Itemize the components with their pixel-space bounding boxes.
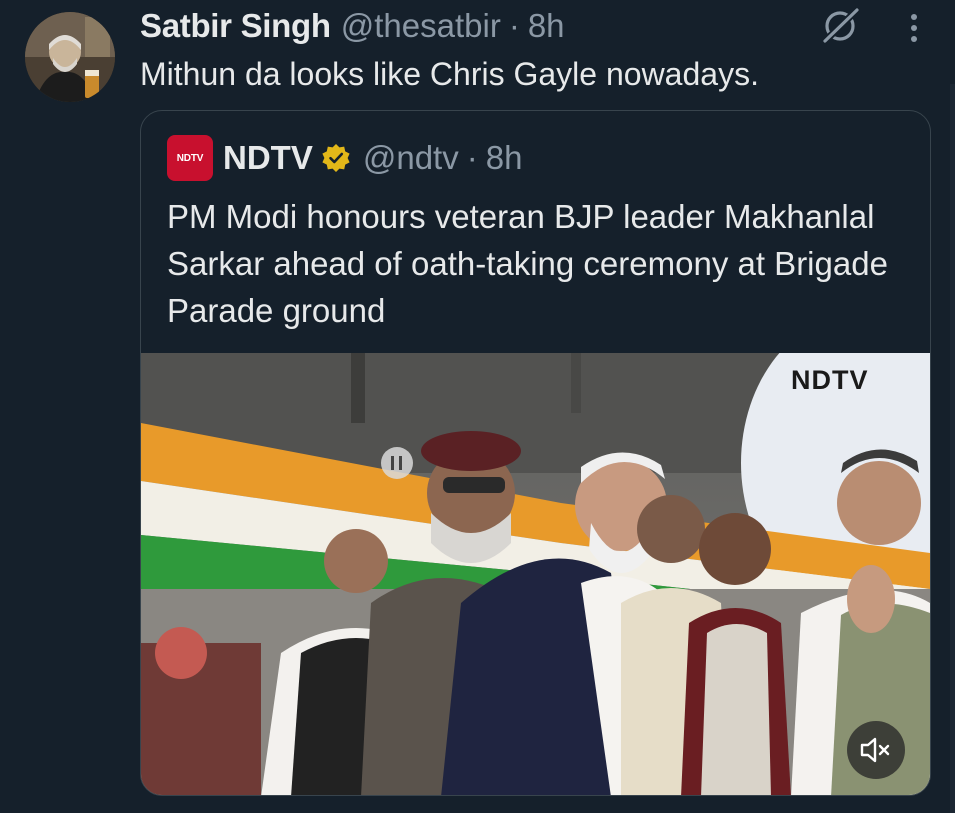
- tweet-header: Satbir Singh @thesatbir · 8h: [140, 6, 565, 46]
- quoted-tweet-timestamp[interactable]: 8h: [486, 139, 523, 177]
- video-frame: [141, 353, 930, 795]
- ndtv-logo-text: NDTV: [176, 152, 204, 164]
- grok-button[interactable]: [818, 4, 864, 46]
- author-handle[interactable]: @thesatbir: [341, 7, 501, 45]
- avatar[interactable]: [25, 12, 115, 102]
- ndtv-avatar[interactable]: NDTV: [167, 135, 213, 181]
- scrollbar-track[interactable]: [950, 84, 955, 813]
- quoted-tweet-text: PM Modi honours veteran BJP leader Makha…: [167, 198, 888, 329]
- quoted-tweet-header: NDTV NDTV @ndtv · 8h: [167, 135, 522, 181]
- quoted-author-handle[interactable]: @ndtv: [363, 139, 459, 177]
- video-player[interactable]: NDTV: [141, 353, 930, 795]
- tweet-timestamp[interactable]: 8h: [528, 7, 565, 45]
- author-name[interactable]: Satbir Singh: [140, 7, 331, 45]
- mute-button[interactable]: [847, 721, 905, 779]
- quoted-tweet-card[interactable]: NDTV NDTV @ndtv · 8h PM Modi honours vet…: [140, 110, 931, 796]
- avatar-photo: [25, 12, 115, 102]
- quoted-header-separator: ·: [466, 139, 478, 176]
- volume-muted-icon: [860, 737, 890, 763]
- tweet-text: Mithun da looks like Chris Gayle nowaday…: [140, 56, 759, 92]
- more-options-button[interactable]: [900, 10, 928, 46]
- more-vertical-icon: [911, 14, 917, 42]
- grok-icon: [821, 6, 861, 45]
- ndtv-watermark: NDTV: [791, 365, 869, 395]
- verified-badge-icon: [322, 144, 350, 172]
- header-separator: ·: [508, 7, 520, 44]
- quoted-author-name[interactable]: NDTV: [223, 139, 313, 177]
